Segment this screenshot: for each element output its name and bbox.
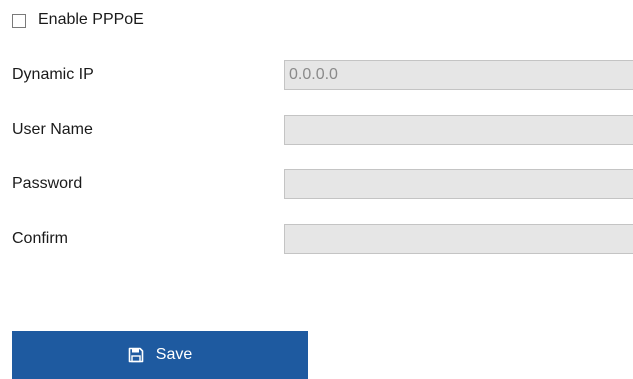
enable-pppoe-checkbox[interactable] xyxy=(12,13,26,28)
dynamic-ip-label: Dynamic IP xyxy=(12,66,94,83)
save-icon xyxy=(128,347,144,363)
enable-pppoe-row: Enable PPPoE xyxy=(12,8,144,32)
password-field[interactable] xyxy=(284,169,633,199)
user-name-field[interactable] xyxy=(284,115,633,145)
confirm-row: Confirm xyxy=(12,224,633,254)
user-name-row: User Name xyxy=(12,115,633,145)
confirm-field[interactable] xyxy=(284,224,633,254)
password-label: Password xyxy=(12,175,83,192)
password-row: Password xyxy=(12,169,633,199)
confirm-label: Confirm xyxy=(12,230,69,247)
user-name-label: User Name xyxy=(12,121,93,138)
save-button-label: Save xyxy=(155,346,193,363)
dynamic-ip-row: Dynamic IP xyxy=(12,60,633,90)
dynamic-ip-field[interactable] xyxy=(284,60,633,90)
enable-pppoe-label: Enable PPPoE xyxy=(38,11,144,28)
save-button[interactable]: Save xyxy=(12,331,308,379)
